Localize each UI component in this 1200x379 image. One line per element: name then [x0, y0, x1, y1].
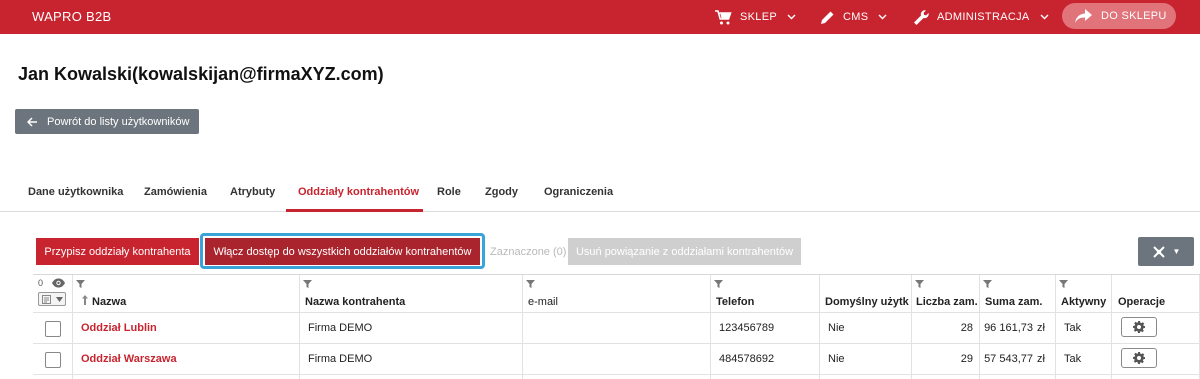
- remove-branch-link-button[interactable]: Usuń powiązanie z oddziałami kontrahentó…: [568, 238, 801, 265]
- back-to-users-button[interactable]: Powrót do listy użytkowników: [15, 109, 199, 134]
- column-header-contractor[interactable]: Nazwa kontrahenta: [305, 296, 405, 308]
- row-divider: [33, 343, 1200, 344]
- row-checkbox[interactable]: [45, 321, 61, 337]
- column-separator: [1111, 275, 1112, 379]
- tab-user-data[interactable]: Dane użytkownika: [28, 186, 123, 198]
- hidden-columns-count: 0: [38, 278, 44, 288]
- to-shop-button[interactable]: DO SKLEPU: [1062, 3, 1176, 29]
- share-arrow-icon: [1075, 9, 1092, 23]
- row-operations-button[interactable]: [1121, 348, 1157, 368]
- back-button-label: Powrót do listy użytkowników: [47, 115, 190, 128]
- currency-cell: zł: [1037, 322, 1045, 334]
- row-divider: [33, 312, 1200, 313]
- tools-menu-button[interactable]: ▼: [1138, 237, 1194, 266]
- column-chooser[interactable]: [38, 292, 66, 306]
- column-separator: [522, 275, 523, 379]
- chevron-down-icon: [1040, 14, 1049, 20]
- brand-logo[interactable]: WAPRO B2B: [32, 9, 112, 24]
- filter-icon[interactable]: [303, 280, 312, 288]
- column-separator: [710, 275, 711, 379]
- tab-bar: Dane użytkownika Zamówienia Atrybuty Odd…: [0, 176, 1200, 212]
- active-tab-indicator: [286, 209, 423, 212]
- list-icon: [42, 295, 51, 304]
- gear-icon: [1133, 321, 1145, 333]
- assign-branches-button[interactable]: Przypisz oddziały kontrahenta: [36, 238, 199, 265]
- branch-name-link[interactable]: Oddział Lublin: [81, 322, 157, 334]
- column-separator: [72, 275, 73, 379]
- nav-shop[interactable]: SKLEP: [715, 0, 796, 34]
- column-header-phone[interactable]: Telefon: [716, 296, 754, 308]
- column-header-name[interactable]: Nazwa: [92, 296, 126, 308]
- cart-icon: [715, 9, 732, 24]
- phone-cell: 123456789: [719, 322, 775, 334]
- nav-administration-label: ADMINISTRACJA: [937, 11, 1030, 23]
- currency-cell: zł: [1037, 353, 1045, 365]
- tab-restrictions[interactable]: Ograniczenia: [544, 186, 613, 198]
- arrow-left-icon: [27, 116, 37, 127]
- top-bar: WAPRO B2B SKLEP CMS ADMINISTRACJA DO SKL…: [0, 0, 1200, 34]
- column-header-order-sum[interactable]: Suma zam.: [985, 296, 1042, 308]
- phone-cell: 484578692: [719, 353, 775, 365]
- branch-name-link[interactable]: Oddział Warszawa: [81, 353, 177, 365]
- column-header-order-count[interactable]: Liczba zam.: [916, 296, 978, 308]
- row-checkbox[interactable]: [45, 352, 61, 368]
- branches-grid: 0 Nazwa Nazwa kontrahenta e-mail Telefon…: [33, 274, 1200, 379]
- gear-icon: [1133, 352, 1145, 364]
- column-separator: [1055, 275, 1056, 379]
- chevron-down-icon: [787, 14, 796, 20]
- contractor-name: Firma DEMO: [308, 322, 373, 334]
- caret-down-icon: ▼: [1172, 247, 1181, 256]
- column-separator: [979, 275, 980, 379]
- to-shop-label: DO SKLEPU: [1101, 10, 1167, 22]
- active-cell: Tak: [1064, 322, 1082, 334]
- pencil-icon: [821, 11, 834, 24]
- column-separator: [911, 275, 912, 379]
- nav-cms[interactable]: CMS: [820, 0, 887, 34]
- filter-icon[interactable]: [983, 280, 992, 288]
- tab-orders[interactable]: Zamówienia: [144, 186, 207, 198]
- column-separator: [299, 275, 300, 379]
- selected-count: Zaznaczone (0): [490, 246, 567, 258]
- order-count-cell: 28: [960, 322, 973, 334]
- default-user-cell: Nie: [828, 322, 845, 334]
- tab-consents[interactable]: Zgody: [485, 186, 518, 198]
- column-separator: [819, 275, 820, 379]
- contractor-name: Firma DEMO: [308, 353, 373, 365]
- order-sum-cell: 57 543,77: [984, 353, 1033, 365]
- column-header-email[interactable]: e-mail: [528, 296, 558, 308]
- page-title: Jan Kowalski(kowalskijan@firmaXYZ.com): [18, 64, 384, 84]
- nav-cms-label: CMS: [843, 11, 869, 23]
- caret-down-icon: [56, 297, 63, 302]
- eye-icon[interactable]: [51, 278, 66, 288]
- filter-icon[interactable]: [76, 280, 85, 288]
- row-operations-button[interactable]: [1121, 317, 1157, 337]
- enable-all-branches-button[interactable]: Włącz dostęp do wszystkich oddziałów kon…: [205, 238, 480, 265]
- chevron-down-icon: [878, 14, 887, 20]
- order-count-cell: 29: [960, 353, 973, 365]
- row-divider: [33, 374, 1200, 375]
- wrench-icon: [914, 10, 929, 25]
- active-cell: Tak: [1064, 353, 1082, 365]
- sort-ascending-icon[interactable]: [82, 295, 88, 305]
- column-header-operations: Operacje: [1118, 296, 1166, 308]
- order-sum-cell: 96 161,73: [984, 322, 1033, 334]
- tab-contractor-branches[interactable]: Oddziały kontrahentów: [298, 186, 419, 198]
- default-user-cell: Nie: [828, 353, 845, 365]
- tab-attributes[interactable]: Atrybuty: [230, 186, 275, 198]
- nav-administration[interactable]: ADMINISTRACJA: [913, 0, 1049, 34]
- nav-shop-label: SKLEP: [740, 11, 777, 23]
- filter-icon[interactable]: [1059, 280, 1068, 288]
- column-header-default-user[interactable]: Domyślny użytkow: [825, 296, 909, 308]
- column-header-active[interactable]: Aktywny: [1061, 296, 1106, 308]
- filter-icon[interactable]: [915, 280, 924, 288]
- tools-icon: [1152, 245, 1165, 258]
- tab-roles[interactable]: Role: [437, 186, 461, 198]
- filter-icon[interactable]: [526, 280, 535, 288]
- filter-icon[interactable]: [714, 280, 723, 288]
